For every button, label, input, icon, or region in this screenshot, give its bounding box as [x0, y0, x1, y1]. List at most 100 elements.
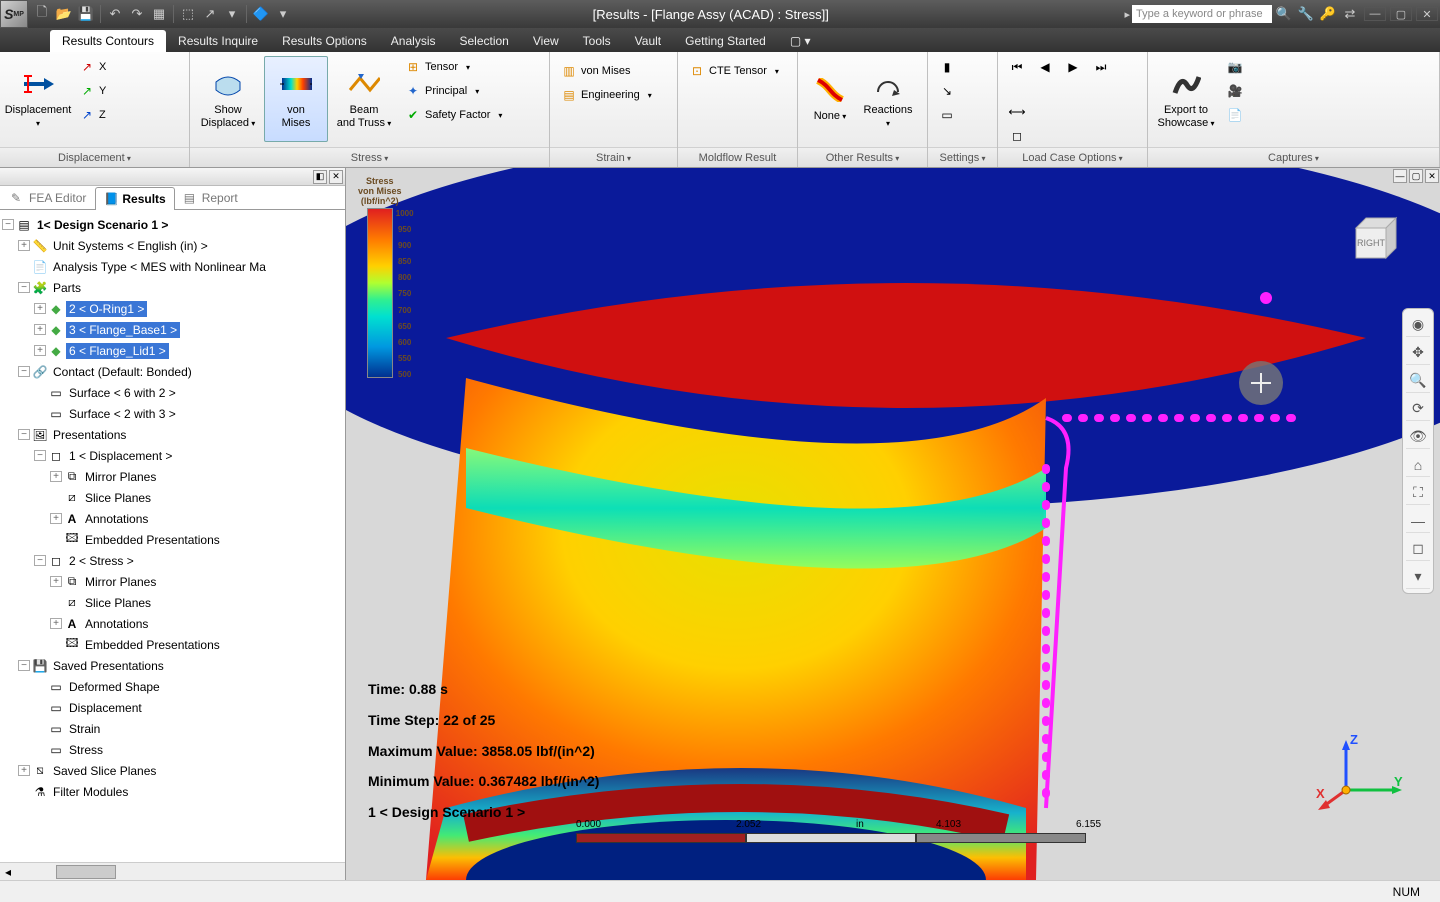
settings-probe-button[interactable]: ↘	[934, 80, 960, 102]
tab-tools[interactable]: Tools	[571, 30, 623, 52]
nav-look-icon[interactable]: 👁	[1406, 425, 1430, 449]
nav-zoom-icon[interactable]: 🔍	[1406, 369, 1430, 393]
panel-title-moldflow[interactable]: Moldflow Result	[699, 152, 777, 164]
tab-getting-started[interactable]: Getting Started	[673, 30, 778, 52]
strain-eng-button[interactable]: ▤Engineering▾	[556, 84, 657, 106]
panel-title-stress[interactable]: Stress	[351, 152, 388, 164]
expander-icon[interactable]: −	[18, 429, 30, 440]
expander-icon[interactable]: +	[50, 513, 62, 524]
tree-contact-1[interactable]: Surface < 6 with 2 >	[66, 385, 179, 401]
tree-mirror2[interactable]: Mirror Planes	[82, 574, 159, 590]
panel-title-loadcase[interactable]: Load Case Options	[1022, 152, 1122, 164]
binoculars-icon[interactable]: 🔍	[1274, 4, 1294, 24]
expander-icon[interactable]: −	[18, 660, 30, 671]
tree-embed[interactable]: Embedded Presentations	[82, 532, 223, 548]
settings-range-button[interactable]: ▭	[934, 104, 960, 126]
view-cube[interactable]: RIGHT	[1342, 208, 1406, 272]
tree-slice2[interactable]: Slice Planes	[82, 595, 154, 611]
tree-saved-1[interactable]: Deformed Shape	[66, 679, 163, 695]
tree-contact[interactable]: Contact (Default: Bonded)	[50, 364, 195, 380]
qat-dd2-icon[interactable]: ▾	[273, 4, 293, 24]
expander-icon[interactable]: +	[34, 324, 46, 335]
tree-presentations[interactable]: Presentations	[50, 427, 129, 443]
close-button[interactable]: ✕	[1416, 7, 1438, 21]
tree-parts[interactable]: Parts	[50, 280, 84, 296]
viewport[interactable]: — ▢ ✕	[346, 168, 1440, 880]
displacement-y-button[interactable]: ↗Y	[74, 80, 111, 102]
tree-saved-4[interactable]: Stress	[66, 742, 106, 758]
tree-slice[interactable]: Slice Planes	[82, 490, 154, 506]
tree-analysis[interactable]: Analysis Type < MES with Nonlinear Ma	[50, 259, 269, 275]
tab-view[interactable]: View	[521, 30, 571, 52]
vp-close-icon[interactable]: ✕	[1425, 169, 1439, 183]
displacement-button[interactable]: Displacement	[6, 56, 70, 142]
app-menu-icon[interactable]: SMP	[0, 0, 28, 28]
expander-icon[interactable]: −	[34, 450, 46, 461]
nav-home-icon[interactable]: ⌂	[1406, 453, 1430, 477]
browser-pin-icon[interactable]: ◧	[313, 170, 327, 184]
lc-select-button[interactable]: ◻	[1004, 125, 1030, 147]
qat-app2-icon[interactable]: 🔷	[251, 4, 271, 24]
tab-results-options[interactable]: Results Options	[270, 30, 379, 52]
tab-overflow-icon[interactable]: ▢ ▾	[778, 30, 823, 52]
key-icon[interactable]: 🔑	[1318, 4, 1338, 24]
displacement-x-button[interactable]: ↗X	[74, 56, 111, 78]
tree-saved[interactable]: Saved Presentations	[50, 658, 167, 674]
browser-tree[interactable]: −▤1< Design Scenario 1 > +📏Unit Systems …	[0, 210, 345, 862]
displacement-z-button[interactable]: ↗Z	[74, 104, 111, 126]
qat-open-icon[interactable]: 📂	[54, 4, 74, 24]
tab-selection[interactable]: Selection	[447, 30, 520, 52]
tree-unit[interactable]: Unit Systems < English (in) >	[50, 238, 211, 254]
tree-mirror[interactable]: Mirror Planes	[82, 469, 159, 485]
qat-select-icon[interactable]: ⬚	[178, 4, 198, 24]
tab-report[interactable]: ▤Report	[175, 186, 247, 209]
cte-tensor-button[interactable]: ⊡CTE Tensor▾	[684, 60, 784, 82]
panel-title-strain[interactable]: Strain	[596, 152, 631, 164]
qat-redo-icon[interactable]: ↷	[127, 4, 147, 24]
tab-fea-editor[interactable]: ✎FEA Editor	[2, 186, 95, 209]
strain-vm-button[interactable]: ▥von Mises	[556, 60, 657, 82]
settings-legend-button[interactable]: ▮	[934, 56, 960, 78]
browser-close-icon[interactable]: ✕	[329, 170, 343, 184]
capture-video-button[interactable]: 🎥	[1222, 80, 1248, 102]
vp-max-icon[interactable]: ▢	[1409, 169, 1423, 183]
expander-icon[interactable]: +	[34, 345, 46, 356]
tree-part-oring[interactable]: 2 < O-Ring1 >	[66, 301, 147, 317]
panel-title-captures[interactable]: Captures	[1268, 152, 1319, 164]
expander-icon[interactable]: +	[18, 240, 30, 251]
none-button[interactable]: None	[804, 56, 856, 142]
beam-truss-button[interactable]: Beam and Truss	[332, 56, 396, 142]
expander-icon[interactable]: +	[50, 471, 62, 482]
expander-icon[interactable]: +	[50, 618, 62, 629]
wrench-icon[interactable]: 🔧	[1296, 4, 1316, 24]
panel-title-settings[interactable]: Settings	[940, 152, 986, 164]
nav-more-icon[interactable]: —	[1406, 509, 1430, 533]
panel-title-displacement[interactable]: Displacement	[58, 152, 131, 164]
principal-button[interactable]: ✦Principal▾	[400, 80, 507, 102]
show-displaced-button[interactable]: Show Displaced	[196, 56, 260, 142]
tree-contact-2[interactable]: Surface < 2 with 3 >	[66, 406, 179, 422]
expander-icon[interactable]: −	[18, 366, 30, 377]
expander-icon[interactable]: −	[34, 555, 46, 566]
nav-dd-icon[interactable]: ▾	[1406, 565, 1430, 589]
expander-icon[interactable]: −	[2, 219, 14, 230]
qat-undo-icon[interactable]: ↶	[105, 4, 125, 24]
tree-pres1[interactable]: 1 < Displacement >	[66, 448, 175, 464]
tree-root[interactable]: 1< Design Scenario 1 >	[34, 217, 171, 233]
tree-saved-2[interactable]: Displacement	[66, 700, 145, 716]
lc-first-button[interactable]: ⏮	[1004, 56, 1030, 78]
qat-box-icon[interactable]: ▦	[149, 4, 169, 24]
tab-results-browser[interactable]: 📘Results	[95, 187, 174, 210]
search-chevron-icon[interactable]: ▸	[1124, 8, 1130, 21]
lc-next-button[interactable]: ▶	[1060, 56, 1086, 78]
expander-icon[interactable]: +	[34, 303, 46, 314]
nav-extra-icon[interactable]: ◻	[1406, 537, 1430, 561]
tree-pres2[interactable]: 2 < Stress >	[66, 553, 137, 569]
lc-prev-button[interactable]: ◀	[1032, 56, 1058, 78]
browser-hscroll[interactable]: ◂	[0, 862, 345, 880]
tree-filter[interactable]: Filter Modules	[50, 784, 131, 800]
tab-vault[interactable]: Vault	[623, 30, 673, 52]
qat-save-icon[interactable]: 💾	[76, 4, 96, 24]
tree-part-lid[interactable]: 6 < Flange_Lid1 >	[66, 343, 169, 359]
tree-saved-3[interactable]: Strain	[66, 721, 103, 737]
